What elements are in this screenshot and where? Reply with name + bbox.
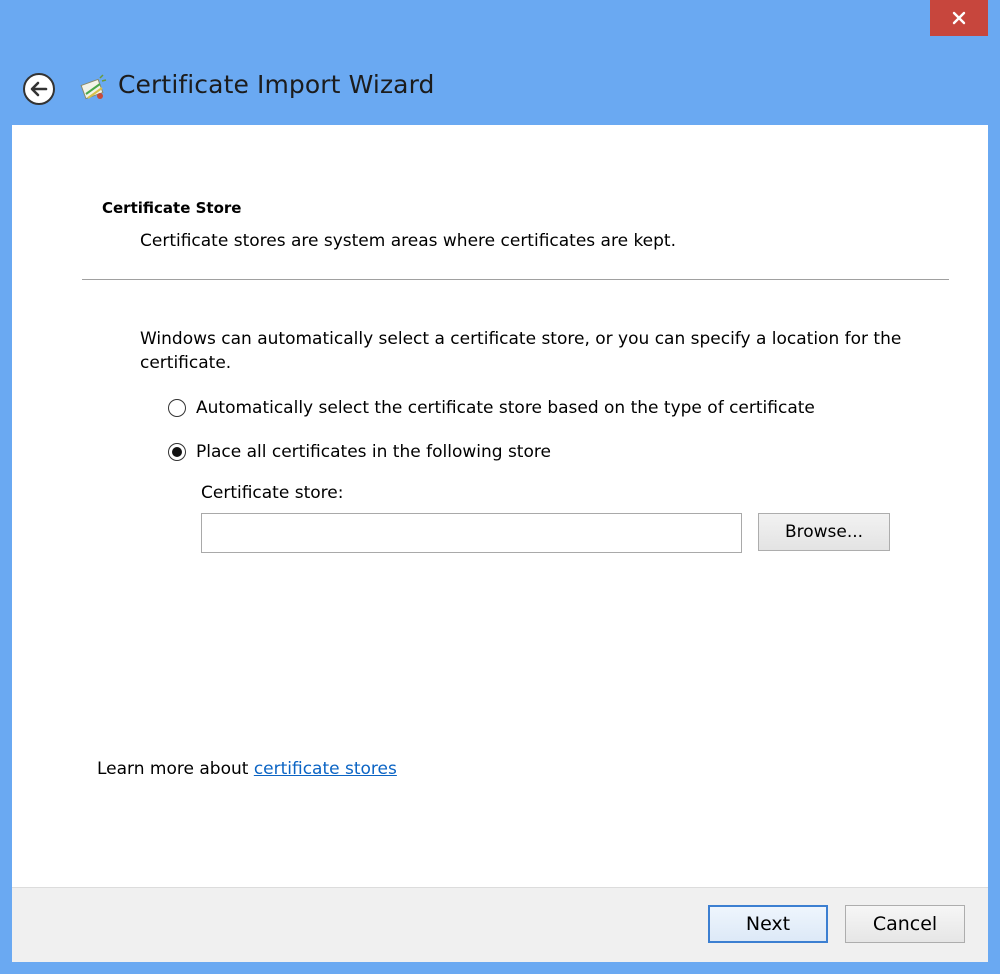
browse-button[interactable]: Browse... <box>758 513 890 551</box>
wizard-header: Certificate Import Wizard <box>0 58 1000 120</box>
page-heading: Certificate Store <box>102 199 242 217</box>
dialog-window: Certificate Import Wizard Certificate St… <box>0 0 1000 974</box>
learn-more-prefix: Learn more about <box>97 759 254 779</box>
radio-button-selected[interactable] <box>168 443 186 461</box>
window-title: Certificate Import Wizard <box>118 70 435 99</box>
certificate-stores-link[interactable]: certificate stores <box>254 759 397 779</box>
back-arrow-icon <box>23 73 55 105</box>
radio-auto-select-label[interactable]: Automatically select the certificate sto… <box>196 398 815 418</box>
next-button[interactable]: Next <box>708 905 828 943</box>
radio-selected-dot <box>172 447 182 457</box>
wizard-content: Certificate Store Certificate stores are… <box>12 125 988 887</box>
page-subtitle: Certificate stores are system areas wher… <box>140 231 677 251</box>
close-icon <box>952 11 966 25</box>
wizard-footer: Next Cancel <box>12 887 988 962</box>
certificate-wizard-icon <box>78 72 112 106</box>
certificate-store-input[interactable] <box>201 513 742 553</box>
radio-place-in-store-label[interactable]: Place all certificates in the following … <box>196 442 551 462</box>
certificate-store-label: Certificate store: <box>201 483 344 503</box>
close-button[interactable] <box>930 0 988 36</box>
radio-place-in-store[interactable]: Place all certificates in the following … <box>168 439 551 465</box>
radio-button-unselected[interactable] <box>168 399 186 417</box>
back-button[interactable] <box>22 72 56 106</box>
header-divider <box>82 279 949 280</box>
cancel-button[interactable]: Cancel <box>845 905 965 943</box>
intro-text: Windows can automatically select a certi… <box>140 329 902 373</box>
radio-auto-select[interactable]: Automatically select the certificate sto… <box>168 395 815 421</box>
learn-more-text: Learn more about certificate stores <box>97 759 397 779</box>
